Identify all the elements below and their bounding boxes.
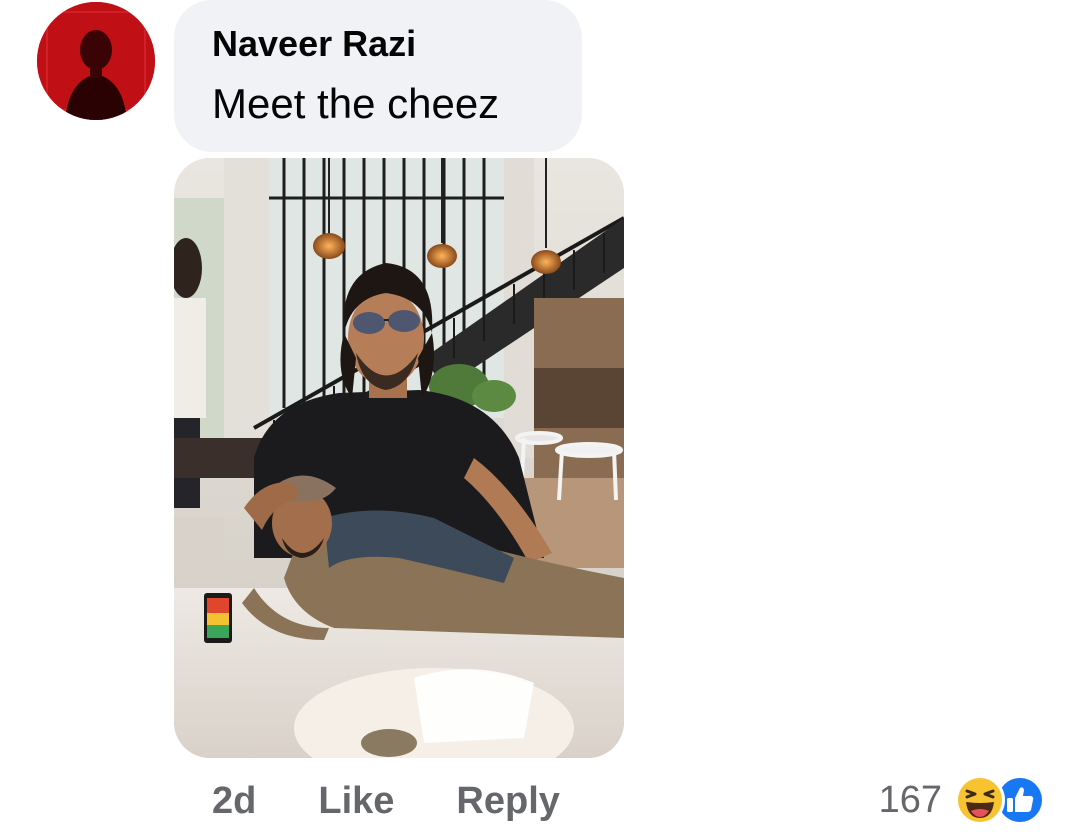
photo-image xyxy=(174,158,624,758)
comment-actions: 2d Like Reply xyxy=(212,776,622,826)
comment-photo[interactable] xyxy=(174,158,624,758)
comment-timestamp[interactable]: 2d xyxy=(212,780,256,823)
haha-icon xyxy=(955,775,1005,825)
avatar-image xyxy=(37,2,155,120)
comment-author[interactable]: Naveer Razi xyxy=(212,22,544,66)
reply-button[interactable]: Reply xyxy=(456,780,559,823)
avatar[interactable] xyxy=(37,2,155,120)
comment-text: Meet the cheez xyxy=(212,80,500,127)
like-button[interactable]: Like xyxy=(318,780,394,823)
comment-bubble: Naveer Razi Meet the cheez xyxy=(174,0,582,152)
reactions-summary[interactable]: 167 xyxy=(879,772,1046,828)
reaction-count: 167 xyxy=(878,778,942,821)
